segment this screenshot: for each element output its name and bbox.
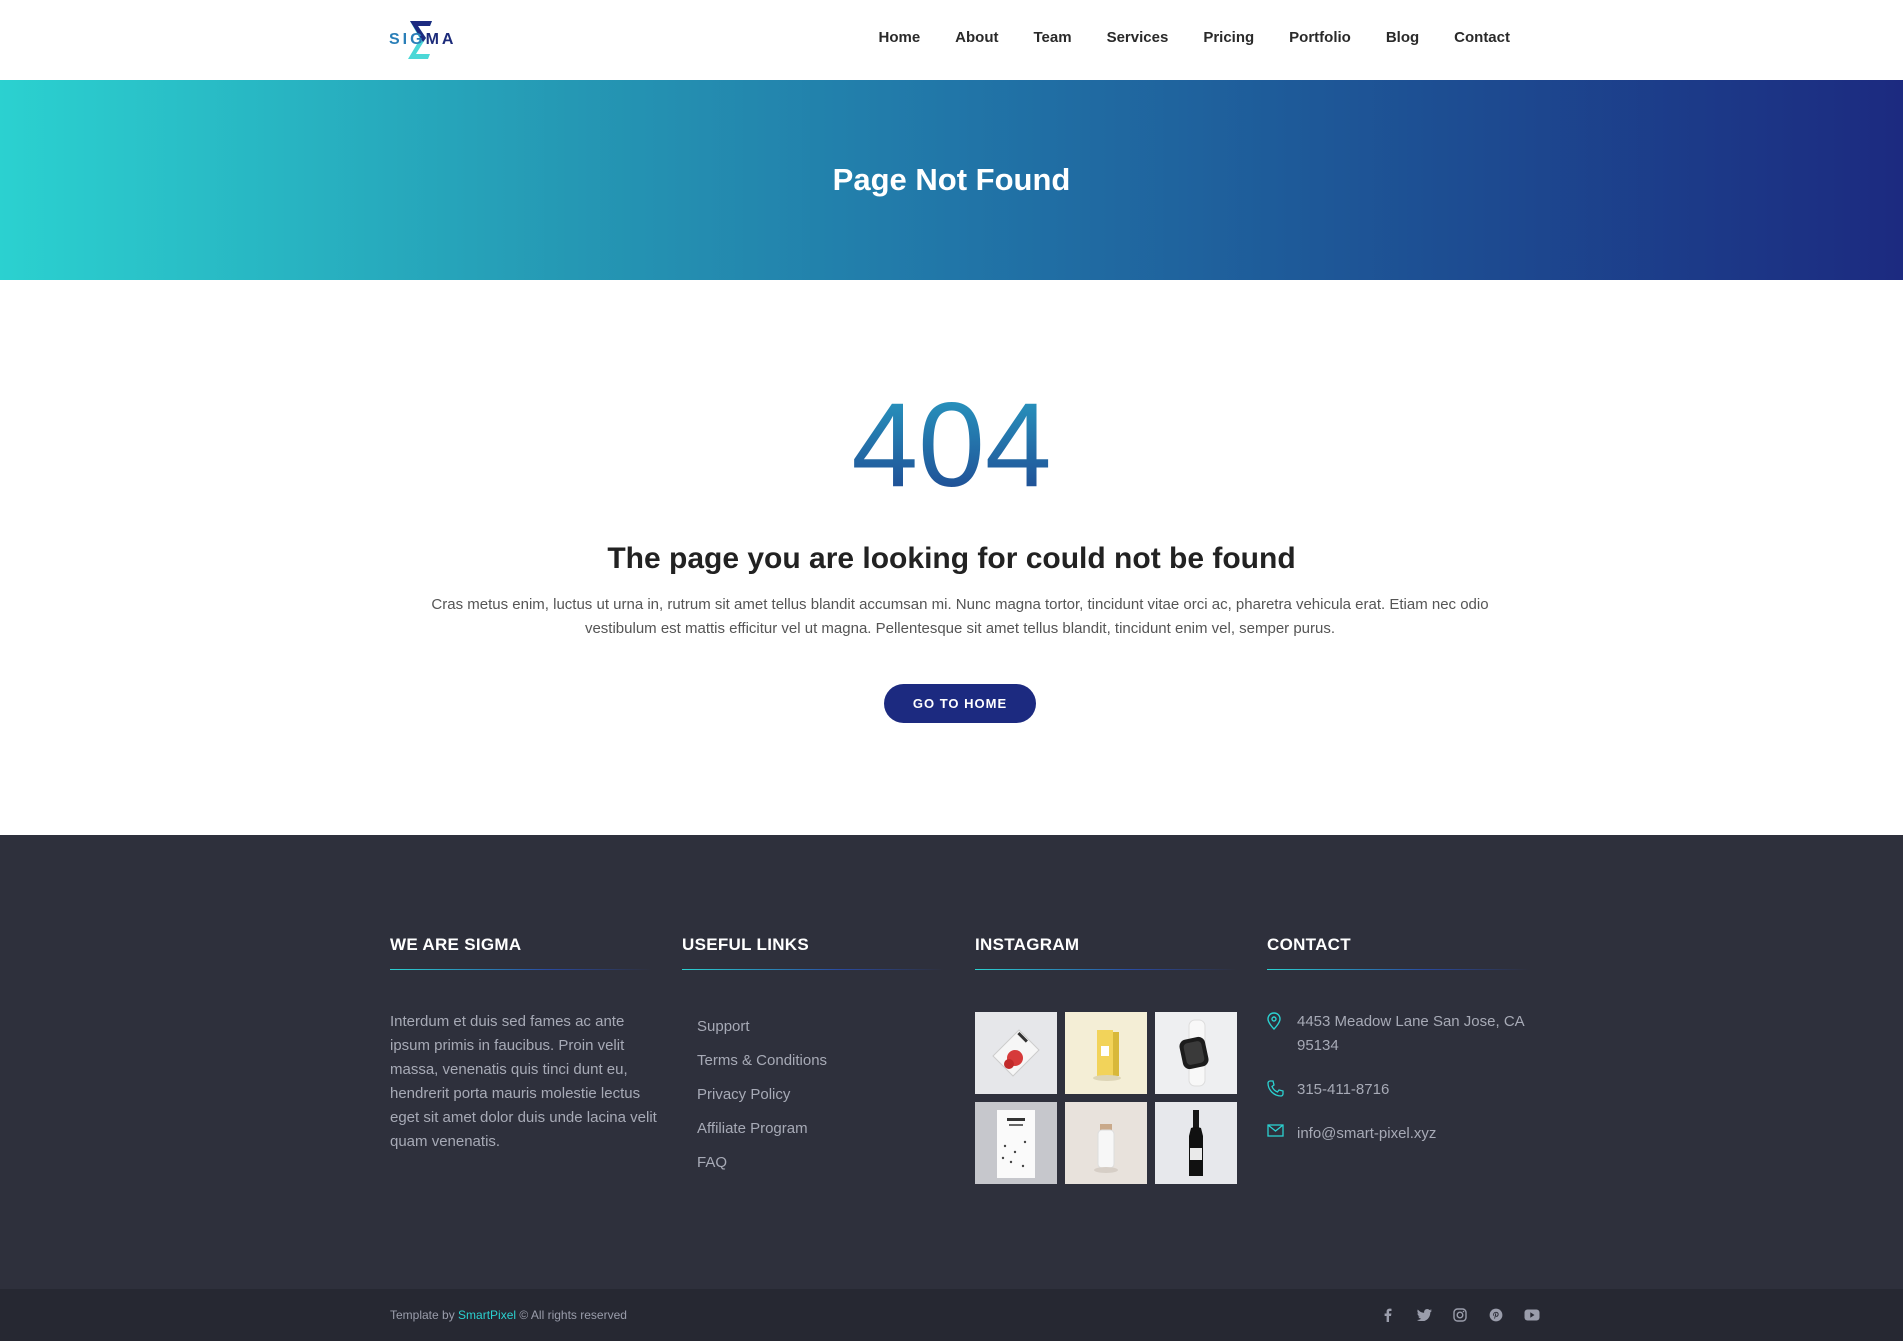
contact-phone[interactable]: 315-411-8716 <box>1267 1078 1529 1102</box>
heading-divider <box>682 969 944 970</box>
footer-links-heading: USEFUL LINKS <box>682 935 810 954</box>
error-heading: The page you are looking for could not b… <box>607 542 1296 575</box>
link-privacy[interactable]: Privacy Policy <box>697 1078 944 1112</box>
instagram-photo-bottle[interactable] <box>1065 1102 1147 1184</box>
poster-icon <box>975 1102 1057 1184</box>
facebook-icon[interactable] <box>1370 1307 1406 1323</box>
useful-links-list: Support Terms & Conditions Privacy Polic… <box>682 1010 944 1180</box>
nav-pricing[interactable]: Pricing <box>1203 29 1254 46</box>
footer-about: WE ARE SIGMA Interdum et duis sed fames … <box>390 935 657 1154</box>
nav-services[interactable]: Services <box>1107 29 1169 46</box>
main-nav: Home About Team Services Pricing Portfol… <box>843 29 1510 46</box>
copyright: Template by SmartPixel © All rights rese… <box>390 1308 627 1322</box>
footer-instagram: INSTAGRAM <box>975 935 1237 1184</box>
site-header: SIGMA Home About Team Services Pricing P… <box>0 0 1903 80</box>
error-code: 404 <box>0 375 1903 515</box>
smartpixel-link[interactable]: SmartPixel <box>458 1308 516 1322</box>
page-banner: Page Not Found <box>0 80 1903 280</box>
footer-instagram-heading: INSTAGRAM <box>975 935 1080 954</box>
wine-bottle-icon <box>1155 1102 1237 1184</box>
email-text: info@smart-pixel.xyz <box>1297 1125 1437 1142</box>
yellow-box-icon <box>1065 1012 1147 1094</box>
instagram-photo-yellow-box[interactable] <box>1065 1012 1147 1094</box>
copyright-suffix: © All rights reserved <box>516 1308 627 1322</box>
mail-icon <box>1267 1122 1297 1142</box>
instagram-photo-smartwatch[interactable] <box>1155 1012 1237 1094</box>
book-cover-icon <box>975 1012 1057 1094</box>
nav-blog[interactable]: Blog <box>1386 29 1419 46</box>
nav-about[interactable]: About <box>955 29 998 46</box>
footer-about-text: Interdum et duis sed fames ac ante ipsum… <box>390 1013 657 1150</box>
go-to-home-button[interactable]: GO TO HOME <box>884 684 1036 723</box>
heading-divider <box>1267 969 1529 970</box>
bottle-icon <box>1065 1102 1147 1184</box>
smartwatch-icon <box>1155 1012 1237 1094</box>
instagram-grid <box>975 1012 1237 1184</box>
link-affiliate[interactable]: Affiliate Program <box>697 1112 944 1146</box>
error-description: Cras metus enim, luctus ut urna in, rutr… <box>431 596 1489 637</box>
twitter-icon[interactable] <box>1406 1307 1442 1323</box>
map-pin-icon <box>1267 1010 1297 1035</box>
youtube-icon[interactable] <box>1514 1307 1550 1323</box>
contact-list: 4453 Meadow Lane San Jose, CA 95134 315-… <box>1267 1010 1529 1146</box>
instagram-photo-wine-bottle[interactable] <box>1155 1102 1237 1184</box>
copyright-prefix: Template by <box>390 1308 459 1322</box>
contact-email[interactable]: info@smart-pixel.xyz <box>1267 1122 1529 1146</box>
logo-text-end: MA <box>425 31 457 48</box>
site-footer: WE ARE SIGMA Interdum et duis sed fames … <box>0 835 1903 1289</box>
page-title: Page Not Found <box>832 162 1071 197</box>
nav-contact[interactable]: Contact <box>1454 29 1510 46</box>
instagram-photo-book-cover[interactable] <box>975 1012 1057 1094</box>
footer-bottom-bar: Template by SmartPixel © All rights rese… <box>0 1289 1903 1341</box>
contact-address: 4453 Meadow Lane San Jose, CA 95134 <box>1267 1010 1529 1058</box>
pinterest-icon[interactable] <box>1478 1307 1514 1323</box>
phone-icon <box>1267 1078 1297 1102</box>
logo-text-start: SIG <box>389 31 426 48</box>
footer-contact-heading: CONTACT <box>1267 935 1351 954</box>
logo-text: SIGMA <box>389 31 456 49</box>
nav-team[interactable]: Team <box>1034 29 1072 46</box>
heading-divider <box>390 969 652 970</box>
heading-divider <box>975 969 1237 970</box>
phone-text: 315-411-8716 <box>1297 1081 1390 1098</box>
nav-portfolio[interactable]: Portfolio <box>1289 29 1351 46</box>
footer-contact: CONTACT 4453 Meadow Lane San Jose, CA 95… <box>1267 935 1529 1166</box>
social-links <box>1370 1307 1550 1323</box>
logo[interactable]: SIGMA <box>389 18 461 62</box>
footer-about-heading: WE ARE SIGMA <box>390 935 522 954</box>
link-faq[interactable]: FAQ <box>697 1146 944 1180</box>
link-support[interactable]: Support <box>697 1010 944 1044</box>
link-terms[interactable]: Terms & Conditions <box>697 1044 944 1078</box>
address-text: 4453 Meadow Lane San Jose, CA 95134 <box>1297 1013 1524 1054</box>
nav-home[interactable]: Home <box>878 29 920 46</box>
footer-links: USEFUL LINKS Support Terms & Conditions … <box>682 935 944 1180</box>
instagram-photo-poster[interactable] <box>975 1102 1057 1184</box>
instagram-icon[interactable] <box>1442 1307 1478 1323</box>
